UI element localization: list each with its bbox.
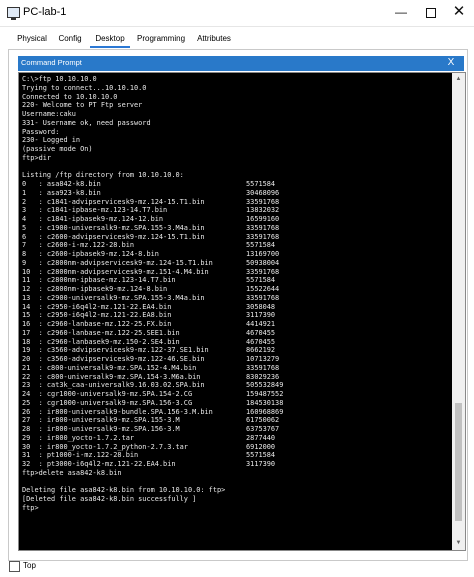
terminal-line: 12 : c2800nm-ipbasek9-mz.124-8.bin 15522… bbox=[22, 285, 280, 293]
tab-programming[interactable]: Programming bbox=[137, 31, 185, 46]
terminal-line: 17 : c2960-lanbase-mz.122-25.SEE1.bin 46… bbox=[22, 328, 276, 337]
scroll-up-arrow-icon[interactable]: ▲ bbox=[452, 73, 465, 86]
maximize-icon bbox=[426, 7, 436, 18]
terminal-output[interactable]: C:\>ftp 10.10.10.0 Trying to connect...10… bbox=[18, 72, 466, 551]
terminal-line: Trying to connect...10.10.10.0 bbox=[22, 83, 147, 92]
terminal-line: Connected to 10.10.10.0 bbox=[22, 92, 118, 101]
scroll-thumb[interactable] bbox=[455, 403, 462, 521]
maximize-button[interactable] bbox=[416, 0, 446, 24]
terminal-line: [Deleted file asa842-k8.bin successfully… bbox=[22, 495, 197, 503]
top-checkbox[interactable] bbox=[9, 561, 20, 572]
title-bar: PC-lab-1 — ✕ bbox=[0, 0, 474, 27]
terminal-line: 11 : c2800nm-ipbase-mz.123-14.T7.bin 557… bbox=[22, 276, 276, 285]
pc-icon bbox=[7, 7, 20, 20]
terminal-line: 15 : c2950-i6q4l2-mz.121-22.EA8.bin 3117… bbox=[22, 311, 276, 320]
command-prompt-titlebar: Command Prompt X bbox=[18, 56, 464, 71]
terminal-line: Deleting file asa842-k8.bin from 10.10.1… bbox=[22, 486, 226, 495]
tab-config[interactable]: Config bbox=[56, 31, 84, 46]
terminal-line: 10 : c2800nm-advipservicesk9-mz.151-4.M4… bbox=[22, 267, 280, 276]
terminal-line: 220- Welcome to PT Ftp server bbox=[22, 101, 143, 110]
tab-desktop[interactable]: Desktop bbox=[90, 31, 130, 48]
terminal-line: 21 : c800-universalk9-mz.SPA.152-4.M4.bi… bbox=[22, 363, 280, 372]
terminal-line: 16 : c2960-lanbase-mz.122-25.FX.bin 4414… bbox=[22, 320, 276, 328]
terminal-line: 3 : c1841-ipbase-mz.123-14.T7.bin 138320… bbox=[22, 206, 280, 215]
terminal-line: 29 : ir800_yocto-1.7.2.tar 2877440 bbox=[22, 433, 276, 442]
terminal-line: C:\>ftp 10.10.10.0 bbox=[22, 75, 97, 83]
terminal-line: 6 : c2600-advipservicesk9-mz.124-15.T1.b… bbox=[22, 232, 280, 241]
tab-attributes[interactable]: Attributes bbox=[194, 31, 234, 46]
terminal-line: 32 : pt3000-i6q4l2-mz.121-22.EA4.bin 311… bbox=[22, 460, 276, 468]
terminal-line: 13 : c2900-universalk9-mz.SPA.155-3.M4a.… bbox=[22, 293, 280, 302]
tab-physical[interactable]: Physical bbox=[13, 31, 51, 46]
terminal-line: 23 : cat3k_caa-universalk9.16.03.02.SPA.… bbox=[22, 381, 284, 390]
terminal-line: Username:caku bbox=[22, 110, 76, 118]
command-prompt-title: Command Prompt bbox=[21, 58, 82, 67]
scroll-down-arrow-icon[interactable]: ▼ bbox=[452, 537, 465, 550]
terminal-line: 0 : asa842-k8.bin 5571584 bbox=[22, 180, 276, 188]
terminal-line: ftp> bbox=[22, 503, 39, 512]
terminal-line: 14 : c2950-i6q4l2-mz.121-22.EA4.bin 3058… bbox=[22, 302, 276, 311]
terminal-line: 26 : ir800-universalk9-bundle.SPA.156-3.… bbox=[22, 407, 284, 416]
terminal-line: 2 : c1841-advipservicesk9-mz.124-15.T1.b… bbox=[22, 197, 280, 206]
terminal-line: 8 : c2600-ipbasek9-mz.124-8.bin 13169700 bbox=[22, 250, 280, 258]
terminal-line: 25 : cgr1000-universalk9-mz.SPA.156-3.CG… bbox=[22, 398, 284, 407]
terminal-text: C:\>ftp 10.10.10.0 Trying to connect...10… bbox=[22, 75, 450, 513]
terminal-line: 20 : c3560-advipservicesk9-mz.122-46.SE.… bbox=[22, 355, 280, 363]
terminal-line: 4 : c1841-ipbasek9-mz.124-12.bin 1659916… bbox=[22, 215, 280, 223]
terminal-line: 5 : c1900-universalk9-mz.SPA.155-3.M4a.b… bbox=[22, 223, 280, 232]
terminal-line: (passive mode On) bbox=[22, 145, 93, 153]
terminal-line: 18 : c2960-lanbasek9-mz.150-2.SE4.bin 46… bbox=[22, 337, 276, 346]
top-label: Top bbox=[23, 561, 36, 570]
terminal-line: 230- Logged in bbox=[22, 136, 81, 145]
terminal-line: 9 : c2800nm-advipservicesk9-mz.124-15.T1… bbox=[22, 258, 280, 267]
terminal-line: 331- Username ok, need password bbox=[22, 118, 151, 127]
terminal-line: 31 : pt1000-i-mz.122-28.bin 5571584 bbox=[22, 451, 276, 460]
terminal-line: 27 : ir800-universalk9-mz.SPA.155-3.M 61… bbox=[22, 416, 280, 425]
terminal-scrollbar[interactable]: ▲ ▼ bbox=[452, 73, 465, 550]
desktop-panel: Command Prompt X C:\>ftp 10.10.10.0 Tryin… bbox=[8, 49, 468, 561]
terminal-line: 7 : c2600-i-mz.122-28.bin 5571584 bbox=[22, 241, 276, 250]
terminal-line: Listing /ftp directory from 10.10.10.0: bbox=[22, 171, 184, 180]
window-title: PC-lab-1 bbox=[23, 6, 67, 18]
terminal-line: Password: bbox=[22, 127, 60, 136]
terminal-line: 1 : asa923-k8.bin 30468096 bbox=[22, 188, 280, 197]
command-prompt-close-button[interactable]: X bbox=[443, 56, 459, 70]
minimize-button[interactable]: — bbox=[386, 0, 416, 24]
terminal-line: ftp>dir bbox=[22, 153, 52, 162]
terminal-line: ftp>delete asa842-k8.bin bbox=[22, 468, 122, 477]
terminal-line: 30 : ir800_yocto-1.7.2_python-2.7.3.tar … bbox=[22, 442, 276, 451]
terminal-line: 22 : c800-universalk9-mz.SPA.154-3.M6a.b… bbox=[22, 372, 280, 381]
close-window-button[interactable]: ✕ bbox=[444, 0, 474, 24]
terminal-line: 19 : c3560-advipservicesk9-mz.122-37.SE1… bbox=[22, 346, 276, 355]
terminal-line: 24 : cgr1000-universalk9-mz.SPA.154-2.CG… bbox=[22, 390, 284, 398]
terminal-line: 28 : ir800-universalk9-mz.SPA.156-3.M 63… bbox=[22, 425, 280, 433]
